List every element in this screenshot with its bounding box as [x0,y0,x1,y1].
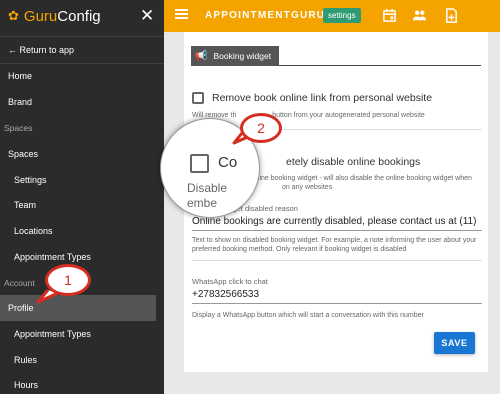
calendar-icon[interactable] [382,8,397,23]
magnified-label: Co [218,154,238,171]
sidebar-section-spaces: Spaces [4,123,33,133]
section-header: 📢 Booking widget [191,46,481,66]
app-title: APPOINTMENTGURU. [205,10,330,21]
disable-bookings-help: nline booking widget - will also disable… [254,174,484,192]
brand-name-guru: Guru [23,7,58,25]
people-icon[interactable] [412,8,427,23]
sidebar-item-spaces[interactable]: Spaces [0,141,164,167]
sidebar-item-rules[interactable]: Rules [0,347,164,373]
remove-link-help-b: button from your autogenerated personal … [272,112,425,119]
disable-help-b: on any websites [282,184,333,191]
sidebar-item-account-appointment-types[interactable]: Appointment Types [0,321,164,347]
whatsapp-label: WhatsApp click to chat [192,277,268,286]
sidebar-item-hours[interactable]: Hours [0,372,164,394]
sidebar-item-home[interactable]: Home [0,63,164,89]
sidebar-item-brand[interactable]: Brand [0,89,164,115]
close-icon[interactable]: ✕ [140,6,154,26]
return-to-app-link[interactable]: ← Return to app [0,37,164,63]
settings-chip[interactable]: settings [323,8,361,23]
reason-help: Text to show on disabled booking widget.… [192,237,477,253]
disable-help-a: nline booking widget - will also disable… [254,175,472,182]
megaphone-icon: 📢 [195,50,208,62]
reason-input[interactable]: Online bookings are currently disabled, … [192,216,482,231]
gear-icon: ✿ [8,8,19,23]
menu-icon[interactable] [175,9,188,19]
magnified-help-2: embe [187,196,218,210]
callout-2: 2 [240,113,282,143]
magnified-help: Disable [187,181,228,195]
save-button[interactable]: SAVE [434,332,475,354]
sidebar-item-team[interactable]: Team [0,192,164,218]
divider [192,260,482,261]
section-tab: 📢 Booking widget [191,46,280,66]
sidebar-item-settings[interactable]: Settings [0,167,164,193]
remove-link-checkbox[interactable] [192,92,204,104]
callout-1: 1 [45,264,91,296]
sidebar: ✿ Guru Config ✕ ← Return to app Home Bra… [0,0,164,394]
section-title: Booking widget [213,51,272,61]
remove-link-row[interactable]: Remove book online link from personal we… [192,92,432,104]
whatsapp-help: Display a WhatsApp button which will sta… [192,312,424,319]
disable-bookings-checkbox[interactable] [190,154,209,173]
add-note-icon[interactable] [444,8,459,23]
disable-bookings-label: etely disable online bookings [286,156,421,168]
topbar: APPOINTMENTGURU. settings [164,0,500,32]
whatsapp-input[interactable]: +27832566533 [192,289,482,304]
remove-link-label: Remove book online link from personal we… [212,92,433,104]
sidebar-item-locations[interactable]: Locations [0,218,164,244]
brand-name-config: Config [57,7,101,25]
